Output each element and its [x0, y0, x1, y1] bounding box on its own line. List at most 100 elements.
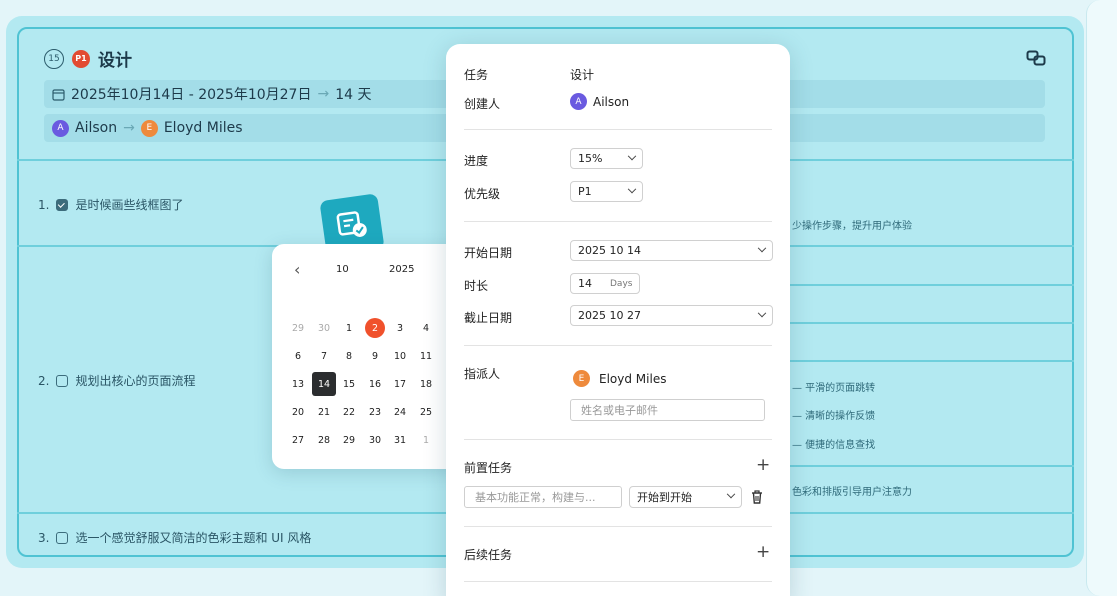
duration-value: 14: [578, 277, 592, 290]
priority-label: 优先级: [464, 187, 501, 201]
calendar-day[interactable]: 4: [416, 318, 436, 338]
assignee-name: Eloyd Miles: [599, 371, 667, 386]
calendar-day[interactable]: 10: [390, 346, 410, 366]
end-date-label: 截止日期: [464, 311, 513, 325]
calendar-day[interactable]: 3: [390, 318, 410, 338]
list-item[interactable]: 2. 规划出核心的页面流程: [38, 372, 195, 389]
todo-checkbox[interactable]: [56, 531, 69, 544]
calendar-day[interactable]: 17: [390, 374, 410, 394]
list-item[interactable]: 1. 是时候画些线框图了: [38, 196, 183, 213]
chevron-down-icon: [726, 489, 736, 499]
calendar-day[interactable]: 15: [339, 374, 359, 394]
prev-month-icon[interactable]: ‹: [294, 260, 300, 279]
todo-checkbox[interactable]: [56, 198, 69, 211]
calendar-day[interactable]: 1: [339, 318, 359, 338]
task-label: 任务: [464, 68, 489, 82]
calendar-day[interactable]: 21: [314, 402, 334, 422]
arrow-icon: →: [317, 86, 330, 102]
dependency-type-value: 开始到开始: [637, 491, 692, 504]
calendar-day[interactable]: 30: [365, 430, 385, 450]
calendar-day[interactable]: 9: [365, 346, 385, 366]
calendar-day[interactable]: 20: [288, 402, 308, 422]
from-user: Ailson: [75, 120, 118, 136]
calendar-day[interactable]: 11: [416, 346, 436, 366]
calendar-day[interactable]: 13: [288, 374, 308, 394]
trash-icon[interactable]: [751, 490, 763, 504]
task-title: 设计: [98, 51, 132, 71]
calendar-day[interactable]: 6: [288, 346, 308, 366]
divider: [790, 360, 1074, 362]
priority-value: P1: [578, 185, 592, 198]
calendar-day[interactable]: 25: [416, 402, 436, 422]
list-item[interactable]: 3. 选一个感觉舒服又简洁的色彩主题和 UI 风格: [38, 529, 311, 546]
calendar-day[interactable]: 7: [314, 346, 334, 366]
note-text: — 平滑的页面跳转: [792, 383, 876, 394]
start-date-value: 2025 10 14: [578, 244, 641, 257]
todo-text: 是时候画些线框图了: [75, 198, 184, 212]
calendar-day[interactable]: 28: [314, 430, 334, 450]
calendar-day[interactable]: 23: [365, 402, 385, 422]
note-text: — 清晰的操作反馈: [792, 411, 876, 422]
start-date-label: 开始日期: [464, 246, 513, 260]
end-date-value: 2025 10 27: [578, 309, 641, 322]
calendar-day[interactable]: 30: [314, 318, 334, 338]
duration-label: 时长: [464, 279, 489, 293]
avatar: A: [570, 93, 587, 110]
date-range: 2025年10月14日 - 2025年10月27日: [71, 87, 312, 103]
divider: [464, 129, 772, 130]
chevron-down-icon: [627, 184, 637, 193]
chevron-down-icon: [757, 243, 767, 252]
calendar-month[interactable]: 10: [336, 264, 349, 275]
avatar: E: [573, 370, 590, 387]
add-successor-button[interactable]: +: [756, 542, 770, 562]
progress-select[interactable]: 15%: [570, 148, 643, 169]
duration-text: 14 天: [335, 87, 372, 103]
divider: [790, 465, 1074, 467]
todo-text: 规划出核心的页面流程: [75, 374, 196, 388]
todo-number: 3.: [38, 530, 50, 545]
end-date-select[interactable]: 2025 10 27: [570, 305, 773, 326]
divider: [464, 439, 772, 440]
calendar-day[interactable]: 24: [390, 402, 410, 422]
calendar-day[interactable]: 29: [339, 430, 359, 450]
divider: [790, 322, 1074, 324]
note-text: — 便捷的信息查找: [792, 440, 876, 451]
duration-input[interactable]: 14 Days: [570, 273, 640, 294]
chevron-down-icon: [757, 308, 767, 317]
divider: [464, 581, 772, 582]
note-text: 色彩和排版引导用户注意力: [792, 487, 912, 498]
predecessor-label: 前置任务: [464, 461, 513, 475]
divider: [790, 284, 1074, 286]
calendar-day[interactable]: 2: [365, 318, 385, 338]
priority-select[interactable]: P1: [570, 181, 643, 202]
arrow-icon: →: [123, 120, 135, 136]
calendar-day[interactable]: 8: [339, 346, 359, 366]
calendar-day[interactable]: 22: [339, 402, 359, 422]
calendar-day[interactable]: 31: [390, 430, 410, 450]
task-header: 15 P1 设计: [44, 46, 132, 71]
divider: [464, 221, 772, 222]
calendar-day[interactable]: 18: [416, 374, 436, 394]
task-detail-panel: 任务 设计 创建人 A Ailson 进度 15% 优先级 P1 开始日期 20…: [446, 44, 790, 596]
calendar-day[interactable]: 29: [288, 318, 308, 338]
add-predecessor-button[interactable]: +: [756, 455, 770, 475]
chevron-down-icon: [627, 151, 637, 160]
predecessor-input[interactable]: 基本功能正常，构建与...: [464, 486, 622, 508]
creator-name: Ailson: [593, 94, 630, 109]
assignee-value[interactable]: E Eloyd Miles: [573, 370, 666, 387]
priority-badge: P1: [72, 49, 90, 68]
link-icon[interactable]: [1026, 50, 1046, 66]
calendar-day[interactable]: 1: [416, 430, 436, 450]
dependency-type-select[interactable]: 开始到开始: [629, 486, 742, 508]
calendar-day[interactable]: 27: [288, 430, 308, 450]
successor-label: 后续任务: [464, 548, 513, 562]
calendar-year[interactable]: 2025: [389, 264, 414, 275]
calendar-day[interactable]: 16: [365, 374, 385, 394]
note-text: 少操作步骤，提升用户体验: [792, 221, 912, 232]
assignee-input[interactable]: 姓名或电子邮件: [570, 399, 765, 421]
calendar-day[interactable]: 14: [312, 372, 336, 396]
start-date-select[interactable]: 2025 10 14: [570, 240, 773, 261]
creator-label: 创建人: [464, 97, 501, 111]
progress-value: 15%: [578, 152, 603, 165]
todo-checkbox[interactable]: [56, 374, 69, 387]
